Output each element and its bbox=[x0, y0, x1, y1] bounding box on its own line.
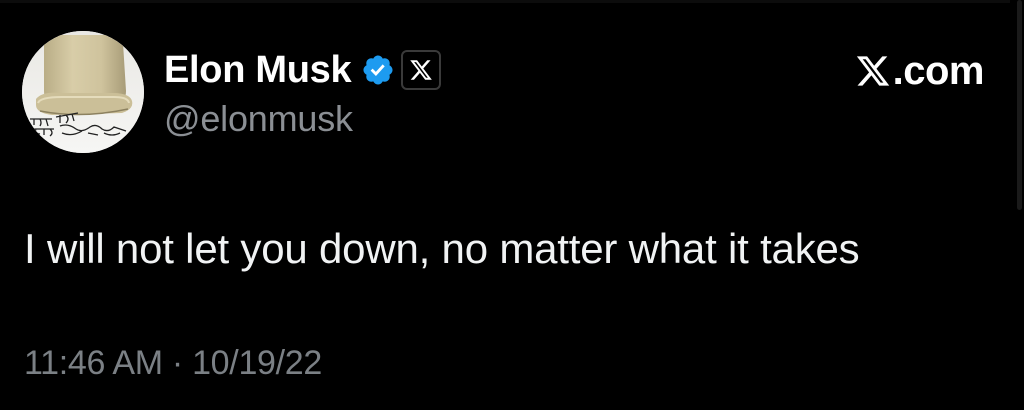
tweet-timestamp[interactable]: 11:46 AM · 10/19/22 bbox=[24, 344, 322, 383]
avatar-image bbox=[22, 31, 144, 153]
avatar[interactable] bbox=[22, 31, 144, 153]
tweet-date: 10/19/22 bbox=[192, 344, 323, 382]
author-name-row: Elon Musk bbox=[164, 47, 442, 93]
tweet-time: 11:46 AM bbox=[24, 344, 163, 382]
author-display-name[interactable]: Elon Musk bbox=[164, 49, 352, 92]
brand-watermark: .com bbox=[854, 47, 985, 95]
scrollbar-track[interactable] bbox=[1010, 0, 1024, 410]
scrollbar-thumb[interactable] bbox=[1017, 0, 1022, 210]
tweet-text: I will not let you down, no matter what … bbox=[24, 225, 860, 272]
x-logo-icon bbox=[854, 53, 892, 89]
tweet-card: Elon Musk @elonmusk .com I will not let … bbox=[0, 0, 1024, 410]
brand-domain-label: .com bbox=[892, 48, 985, 93]
verified-badge-icon bbox=[361, 53, 395, 87]
author-handle[interactable]: @elonmusk bbox=[164, 98, 353, 140]
x-logo-icon[interactable] bbox=[401, 50, 442, 90]
meta-separator: · bbox=[171, 344, 183, 382]
